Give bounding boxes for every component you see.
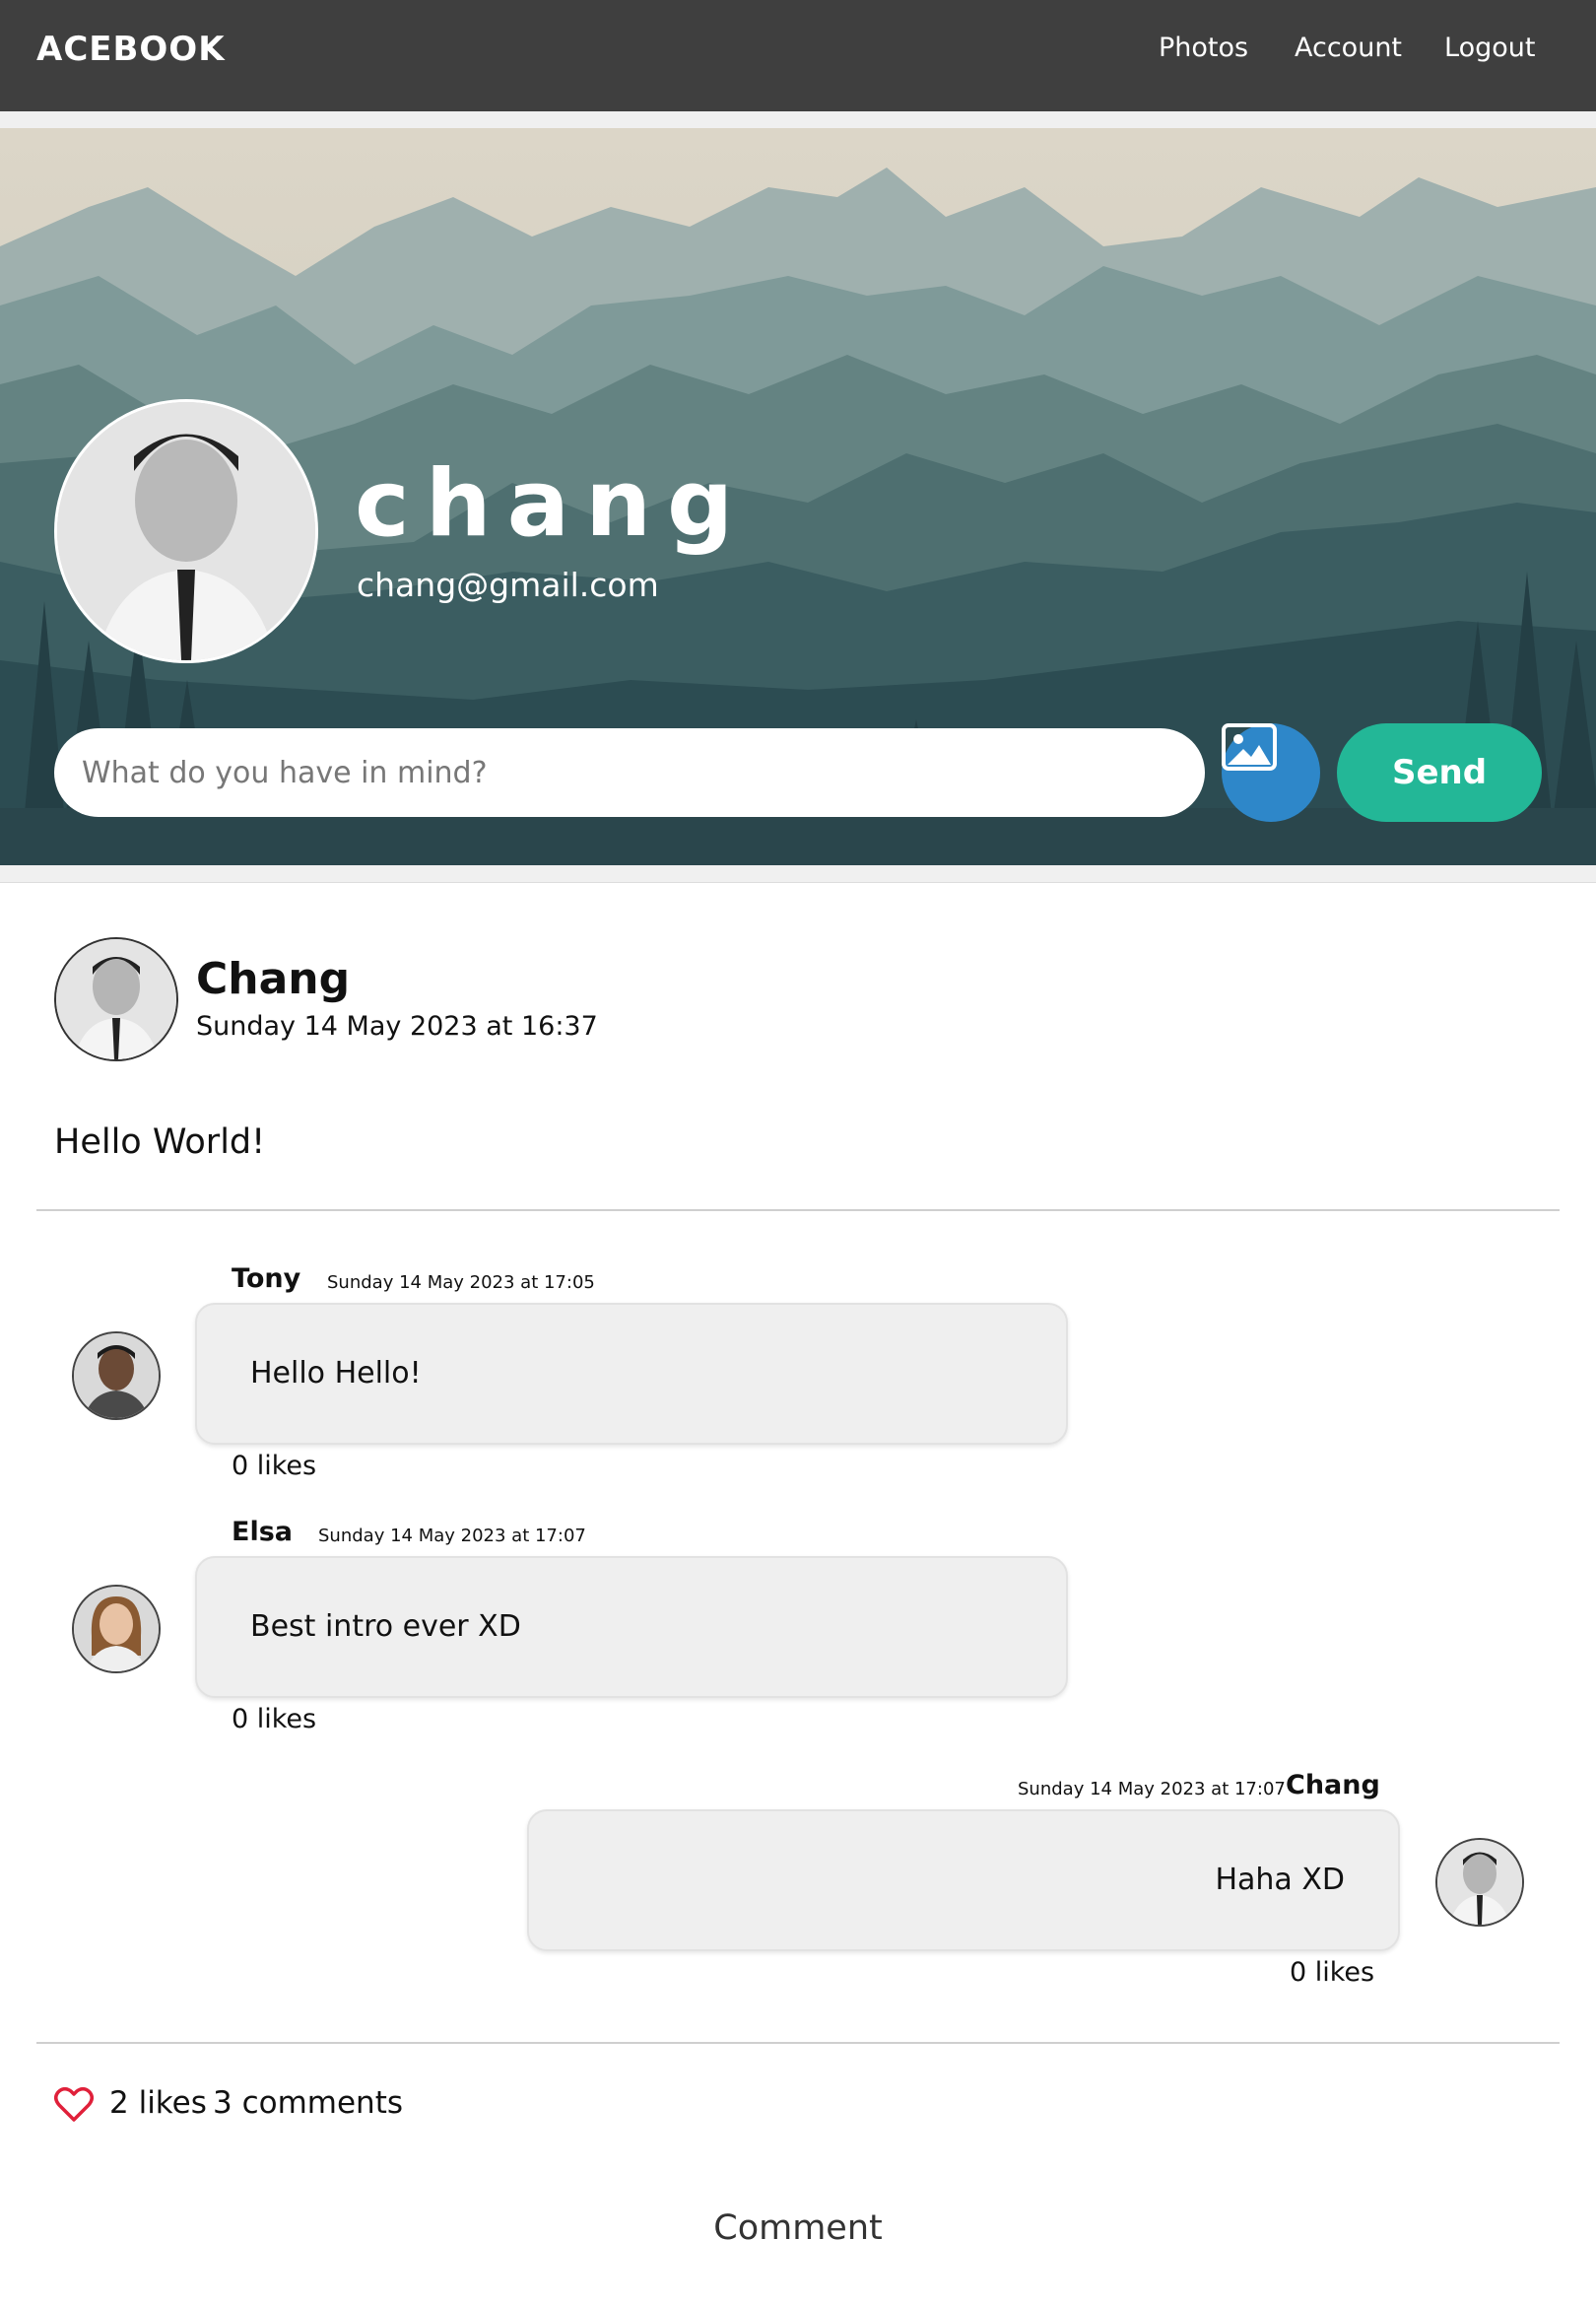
nav-photos-link[interactable]: Photos xyxy=(1159,33,1248,63)
post-author-name[interactable]: Chang xyxy=(196,954,350,1004)
comment-author-name[interactable]: Chang xyxy=(1286,1770,1380,1800)
comment-likes[interactable]: 0 likes xyxy=(232,1704,316,1734)
profile-name: chang xyxy=(355,450,750,558)
post-date: Sunday 14 May 2023 at 16:37 xyxy=(196,1011,598,1042)
post-divider xyxy=(36,1209,1560,1211)
comment-bubble: Hello Hello! xyxy=(195,1303,1068,1445)
comment-author-avatar xyxy=(72,1331,161,1420)
avatar-person-icon xyxy=(57,402,315,660)
post-card: Chang Sunday 14 May 2023 at 16:37 Hello … xyxy=(0,882,1596,2307)
comment-bubble: Haha XD xyxy=(527,1809,1400,1951)
top-navbar: ACEBOOK Photos Account Logout xyxy=(0,0,1596,111)
profile-cover: chang chang@gmail.com Send xyxy=(0,128,1596,865)
post-author-avatar xyxy=(54,937,178,1061)
comment-date: Sunday 14 May 2023 at 17:05 xyxy=(327,1272,595,1293)
comment-text: Haha XD xyxy=(1215,1863,1345,1897)
avatar-person-icon xyxy=(74,1587,159,1671)
image-icon xyxy=(1222,723,1277,771)
comment-likes[interactable]: 0 likes xyxy=(1290,1957,1374,1988)
avatar-person-icon xyxy=(56,939,176,1059)
comment-date: Sunday 14 May 2023 at 17:07 xyxy=(318,1526,586,1546)
comment-button[interactable]: Comment xyxy=(650,2199,946,2258)
profile-email: chang@gmail.com xyxy=(357,566,659,604)
post-likes-count[interactable]: 2 likes xyxy=(109,2085,207,2121)
avatar-person-icon xyxy=(1437,1840,1522,1925)
comment-author-avatar xyxy=(72,1585,161,1673)
post-footer-divider xyxy=(36,2042,1560,2044)
comment-author-avatar xyxy=(1435,1838,1524,1927)
post-comments-count[interactable]: 3 comments xyxy=(213,2085,403,2121)
comment-author-name[interactable]: Elsa xyxy=(232,1517,293,1547)
comment-text: Best intro ever XD xyxy=(250,1609,521,1644)
avatar-person-icon xyxy=(74,1333,159,1418)
comment-text: Hello Hello! xyxy=(250,1356,422,1391)
heart-icon[interactable] xyxy=(54,2087,94,2123)
send-button[interactable]: Send xyxy=(1337,723,1542,822)
post-composer-input[interactable] xyxy=(54,728,1205,817)
post-body-text: Hello World! xyxy=(54,1122,266,1162)
comment-author-name[interactable]: Tony xyxy=(232,1263,300,1294)
brand-logo[interactable]: ACEBOOK xyxy=(36,30,226,69)
comment-likes[interactable]: 0 likes xyxy=(232,1451,316,1481)
nav-logout-link[interactable]: Logout xyxy=(1444,33,1535,63)
comment-bubble: Best intro ever XD xyxy=(195,1556,1068,1698)
profile-avatar xyxy=(54,399,318,663)
add-image-button[interactable] xyxy=(1222,723,1320,822)
nav-account-link[interactable]: Account xyxy=(1295,33,1402,63)
comment-date: Sunday 14 May 2023 at 17:07 xyxy=(1018,1779,1286,1799)
